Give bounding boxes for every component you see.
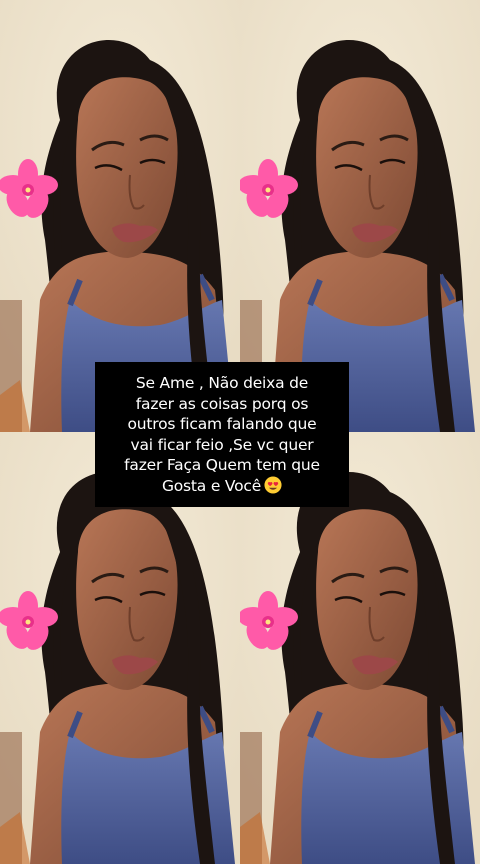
caption-box: Se Ame , Não deixa de fazer as coisas po… bbox=[95, 362, 349, 507]
caption-line-1: Se Ame , Não deixa de bbox=[135, 374, 309, 392]
heart-eyes-emoji-icon bbox=[264, 475, 282, 494]
caption-line-6: Gosta e Você bbox=[161, 476, 262, 495]
caption-line-4: vai ficar feio ,Se vc quer bbox=[130, 435, 314, 454]
caption-line-5: fazer Faça Quem tem que bbox=[124, 456, 320, 474]
caption-line-6-wrap: Gosta e Você bbox=[161, 475, 282, 497]
caption-line-3: outros ficam falando que bbox=[127, 415, 317, 433]
caption-line-2: fazer as coisas porq os bbox=[135, 394, 309, 413]
